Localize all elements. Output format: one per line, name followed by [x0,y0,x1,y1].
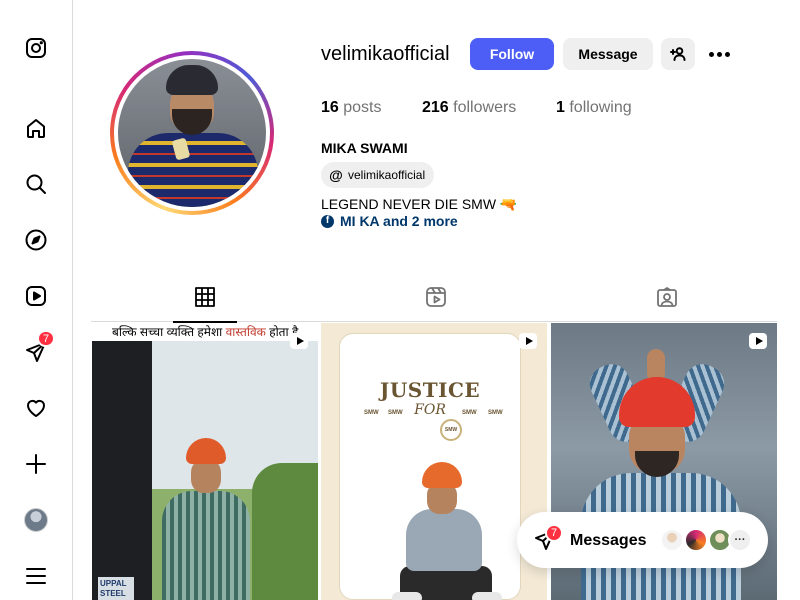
followers-link[interactable]: 216 followers [422,99,516,117]
messages-popover-button[interactable]: 7 Messages ··· [517,512,768,568]
threads-badge[interactable]: @ velimikaofficial [321,162,435,188]
notifications-heart-icon[interactable] [20,392,52,424]
instagram-logo-icon[interactable] [20,32,52,64]
post-caption: बल्कि सच्चा व्यक्ति हमेशा वास्तविक होता … [92,323,318,341]
tab-reels[interactable] [404,286,468,322]
search-icon[interactable] [20,168,52,200]
profile-links-text: MI KA and 2 more [340,213,458,229]
sidebar-nav: 7 [0,0,73,600]
messages-label: Messages [570,532,647,549]
threads-handle: velimikaofficial [348,168,426,182]
following-link[interactable]: 1 following [556,99,632,117]
tab-posts[interactable] [173,286,237,323]
message-button[interactable]: Message [563,38,653,70]
reels-tab-icon [426,287,446,307]
reel-icon [290,333,308,349]
profile-username: velimikaofficial [321,43,450,65]
post-thumbnail[interactable]: JUSTICE FOR SMW SMW SMW SMW SMW [321,323,547,600]
menu-icon[interactable] [20,560,52,592]
profile-links[interactable]: f MI KA and 2 more [321,213,458,229]
tab-tagged[interactable] [635,286,699,322]
grid-icon [195,287,215,307]
more-options-icon[interactable] [706,44,732,64]
reels-icon[interactable] [20,280,52,312]
profile-picture[interactable] [110,51,274,215]
avatar [660,528,684,552]
avatar [24,508,48,532]
facebook-icon: f [321,214,334,228]
profile-full-name: MIKA SWAMI [321,140,408,156]
tagged-icon [657,287,677,307]
threads-icon: @ [329,167,343,183]
home-icon[interactable] [20,112,52,144]
add-user-icon [670,47,686,61]
reel-icon [749,333,767,349]
explore-icon[interactable] [20,224,52,256]
messages-badge: 7 [545,524,563,542]
suggest-users-button[interactable] [661,38,695,70]
reel-icon [519,333,537,349]
post-thumbnail[interactable]: UPPAL STEEL बल्कि सच्चा व्यक्ति हमेशा वा… [92,323,318,600]
profile-bio: LEGEND NEVER DIE SMW 🔫 [321,196,518,212]
smw-seal: SMW [440,419,462,441]
post-title-text: JUSTICE [379,378,481,402]
follow-button[interactable]: Follow [470,38,554,70]
messages-nav-icon[interactable]: 7 [20,330,56,368]
messages-nav-badge: 7 [37,330,56,347]
avatar [684,528,708,552]
profile-photo [118,59,266,207]
more-conversations-icon: ··· [728,528,752,552]
create-plus-icon[interactable] [20,448,52,480]
post-banner-text: UPPAL STEEL [98,577,134,600]
posts-count: 16 posts [321,99,382,116]
profile-avatar[interactable] [20,504,52,536]
